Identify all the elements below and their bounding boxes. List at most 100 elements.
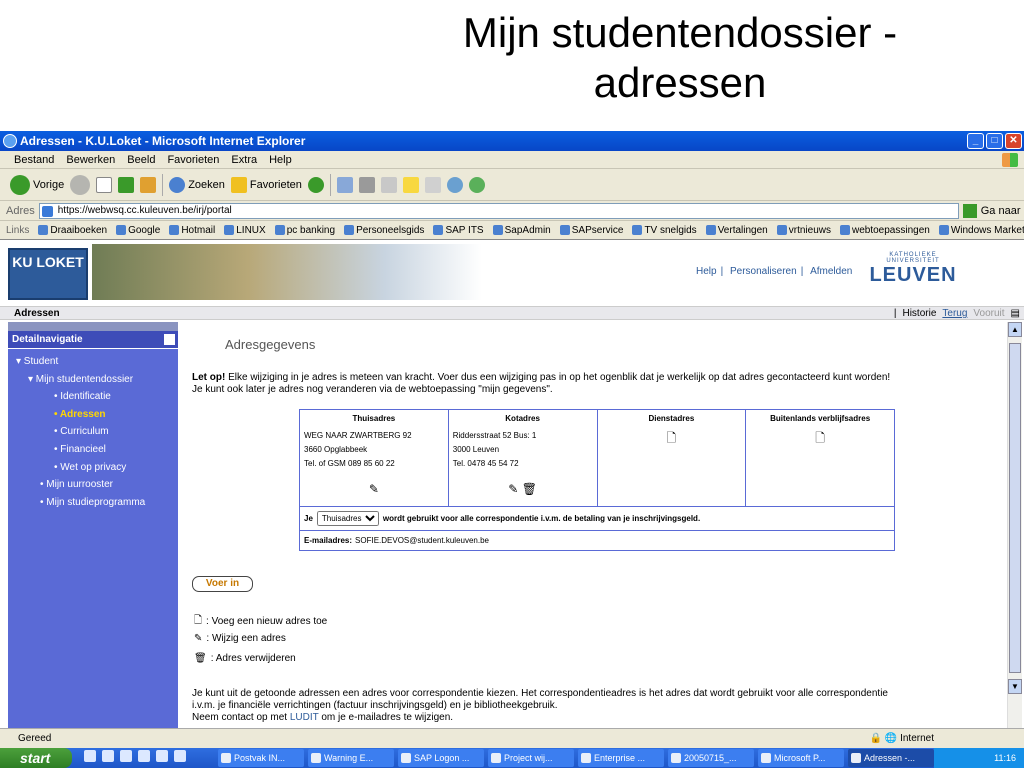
- search-button[interactable]: Zoeken: [169, 176, 225, 193]
- sidebar-item-adressen[interactable]: • Adressen: [8, 406, 178, 424]
- sidebar-item-identificatie[interactable]: • Identificatie: [8, 388, 178, 406]
- history-menu[interactable]: Historie: [902, 307, 936, 320]
- taskbar-item[interactable]: 20050715_...: [668, 749, 754, 767]
- close-button[interactable]: ✕: [1005, 133, 1022, 149]
- edit-pencil-icon[interactable]: ✎: [508, 482, 518, 496]
- search-icon: [169, 176, 186, 193]
- mail-icon[interactable]: [336, 176, 353, 193]
- taskbar-item[interactable]: Project wij...: [488, 749, 574, 767]
- link-google[interactable]: Google: [116, 225, 160, 236]
- new-document-icon[interactable]: 🗋: [667, 431, 677, 445]
- edit-pencil-icon[interactable]: ✎: [369, 482, 379, 496]
- menu-extra[interactable]: Extra: [225, 151, 263, 168]
- print-icon[interactable]: [358, 176, 375, 193]
- quick-launch-icon[interactable]: [102, 750, 114, 762]
- research-icon[interactable]: [424, 176, 441, 193]
- taskbar-item-active[interactable]: Adressen -...: [848, 749, 934, 767]
- back-link[interactable]: Terug: [942, 307, 967, 320]
- link-pc-banking[interactable]: pc banking: [275, 225, 335, 236]
- taskbar-item[interactable]: Postvak IN...: [218, 749, 304, 767]
- menu-help[interactable]: Help: [263, 151, 298, 168]
- taskbar-item[interactable]: Enterprise ...: [578, 749, 664, 767]
- links-label: Links: [6, 224, 30, 236]
- discuss-icon[interactable]: [402, 176, 419, 193]
- link-sap-its[interactable]: SAP ITS: [433, 225, 483, 236]
- link-tv-snelgids[interactable]: TV snelgids: [632, 225, 696, 236]
- link-webtoepassingen[interactable]: webtoepassingen: [840, 225, 930, 236]
- favorites-button[interactable]: Favorieten: [230, 176, 302, 193]
- go-button[interactable]: Ga naar: [981, 205, 1021, 217]
- address-bar: Adres https://webwsq.cc.kuleuven.be/irj/…: [0, 201, 1024, 221]
- correspondence-select[interactable]: Thuisadres: [316, 511, 379, 526]
- page-menu-icon[interactable]: ▤: [1011, 307, 1020, 320]
- sidebar-item-financieel[interactable]: • Financieel: [8, 441, 178, 459]
- address-label: Adres: [6, 204, 35, 217]
- link-draaiboeken[interactable]: Draaiboeken: [38, 225, 107, 236]
- menu-beeld[interactable]: Beeld: [121, 151, 161, 168]
- refresh-icon[interactable]: [118, 176, 135, 193]
- submit-button[interactable]: Voer in: [192, 576, 253, 592]
- minimize-button[interactable]: _: [967, 133, 984, 149]
- internet-zone: 🔒 🌐 Internet: [869, 733, 934, 744]
- taskbar-item[interactable]: Warning E...: [308, 749, 394, 767]
- back-button[interactable]: Vorige: [10, 174, 65, 195]
- sidebar-item-curriculum[interactable]: • Curriculum: [8, 423, 178, 441]
- new-document-icon: 🗋: [194, 615, 203, 626]
- stop-icon[interactable]: [96, 176, 113, 193]
- new-document-icon[interactable]: 🗋: [815, 431, 825, 445]
- vertical-scrollbar[interactable]: ▲ ▼: [1007, 322, 1022, 728]
- ku-loket-logo[interactable]: KU LOKET: [8, 248, 88, 300]
- favorites-label: Favorieten: [249, 178, 302, 191]
- users-icon[interactable]: [468, 176, 485, 193]
- trash-icon[interactable]: 🗑: [522, 482, 537, 496]
- scroll-thumb[interactable]: [1009, 343, 1021, 673]
- quick-launch-icon[interactable]: [84, 750, 96, 762]
- minimize-icon[interactable]: [164, 334, 175, 345]
- forward-link[interactable]: Vooruit: [973, 307, 1004, 320]
- start-button[interactable]: start: [0, 748, 72, 768]
- sidebar-item-studentendossier[interactable]: ▾ Mijn studentendossier: [8, 371, 178, 389]
- ludit-link[interactable]: LUDIT: [290, 712, 319, 723]
- back-label: Vorige: [33, 178, 65, 191]
- quick-launch-icon[interactable]: [174, 750, 186, 762]
- link-personeelsgids[interactable]: Personeelsgids: [344, 225, 424, 236]
- scroll-down-arrow[interactable]: ▼: [1008, 679, 1022, 694]
- scroll-up-arrow[interactable]: ▲: [1008, 322, 1022, 337]
- sidebar-collapse-bar[interactable]: [8, 322, 178, 331]
- leuven-logo-title: LEUVEN: [869, 264, 957, 286]
- go-arrow-icon[interactable]: [962, 203, 977, 218]
- menu-favorieten[interactable]: Favorieten: [161, 151, 225, 168]
- taskbar-item[interactable]: SAP Logon ...: [398, 749, 484, 767]
- messenger-icon[interactable]: [446, 176, 463, 193]
- forward-button[interactable]: [70, 174, 91, 195]
- link-windows-marketplace[interactable]: Windows Marketplace: [939, 225, 1024, 236]
- sidebar-item-student[interactable]: ▾ Student: [8, 353, 178, 371]
- link-vertalingen[interactable]: Vertalingen: [706, 225, 768, 236]
- link-hotmail[interactable]: Hotmail: [169, 225, 215, 236]
- edit-icon[interactable]: [380, 176, 397, 193]
- address-input[interactable]: https://webwsq.cc.kuleuven.be/irj/portal: [38, 202, 959, 219]
- quick-launch-icon[interactable]: [138, 750, 150, 762]
- history-icon[interactable]: [307, 176, 324, 193]
- taskbar-item[interactable]: Microsoft P...: [758, 749, 844, 767]
- menu-bewerken[interactable]: Bewerken: [60, 151, 121, 168]
- quick-launch-icon[interactable]: [156, 750, 168, 762]
- personaliseren-link[interactable]: Personaliseren: [726, 266, 801, 277]
- menu-bestand[interactable]: Bestand: [8, 151, 60, 168]
- quick-launch-icon[interactable]: [120, 750, 132, 762]
- email-value: SOFIE.DEVOS@student.kuleuven.be: [355, 536, 489, 545]
- menu-bar: Bestand Bewerken Beeld Favorieten Extra …: [0, 151, 1024, 169]
- correspondence-prefix: Je: [304, 514, 313, 523]
- link-sapservice[interactable]: SAPservice: [560, 225, 624, 236]
- link-sapadmin[interactable]: SapAdmin: [493, 225, 551, 236]
- maximize-button[interactable]: □: [986, 133, 1003, 149]
- help-link[interactable]: Help: [692, 266, 721, 277]
- sidebar-item-studieprogramma[interactable]: • Mijn studieprogramma: [8, 494, 178, 512]
- link-vrtnieuws[interactable]: vrtnieuws: [777, 225, 831, 236]
- sidebar-item-privacy[interactable]: • Wet op privacy: [8, 459, 178, 477]
- home-icon[interactable]: [140, 176, 157, 193]
- sidebar-item-uurrooster[interactable]: • Mijn uurrooster: [8, 476, 178, 494]
- link-linux[interactable]: LINUX: [224, 225, 265, 236]
- afmelden-link[interactable]: Afmelden: [806, 266, 856, 277]
- legend-delete-text: : Adres verwijderen: [210, 653, 296, 664]
